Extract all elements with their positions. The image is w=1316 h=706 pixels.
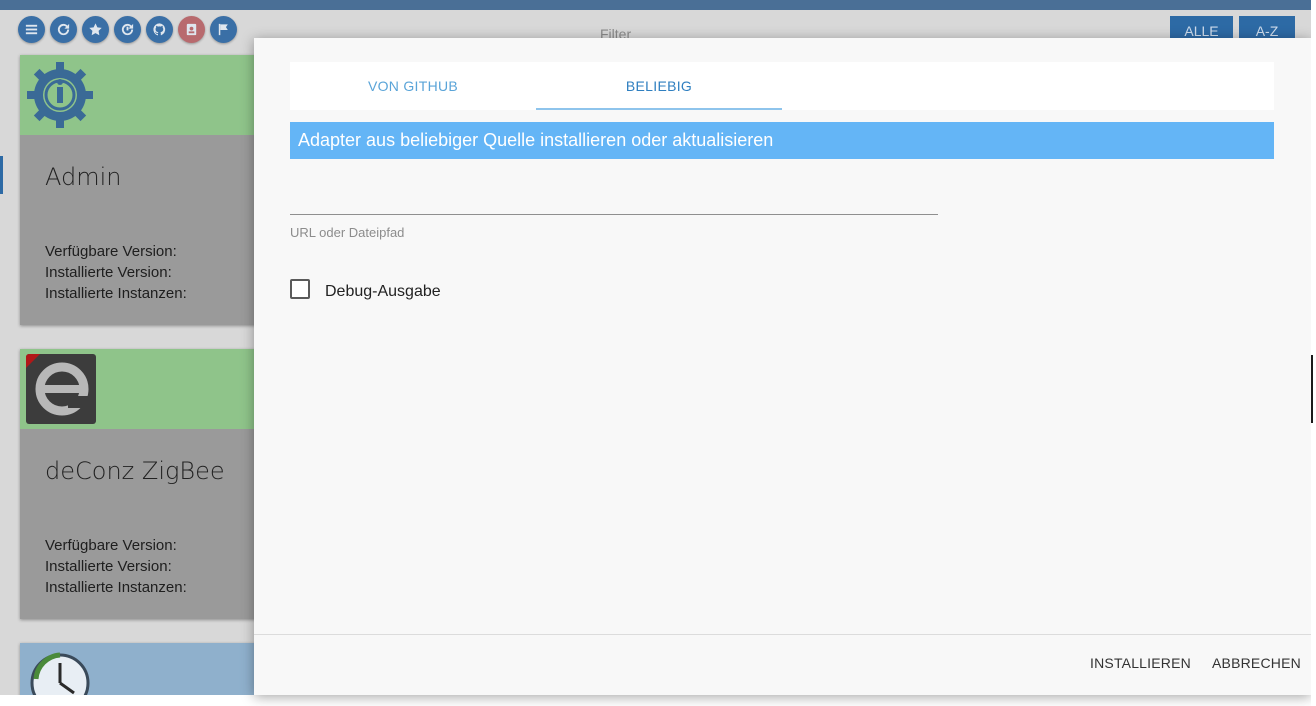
installed-instances-label: Installierte Instanzen: (45, 579, 187, 596)
deconz-logo-icon (26, 354, 96, 424)
card-info: Verfügbare Version: Installierte Version… (45, 241, 187, 304)
star-icon (89, 23, 102, 36)
new-badge (26, 354, 40, 368)
adapter-card-deconz[interactable]: deConz ZigBee Verfügbare Version: Instal… (20, 349, 260, 619)
cancel-button[interactable]: ABBRECHEN (1212, 655, 1301, 671)
card-header (20, 55, 260, 135)
section-title: Adapter aus beliebiger Quelle installier… (290, 122, 1274, 159)
contact-button[interactable] (178, 16, 205, 43)
top-app-bar (0, 0, 1316, 10)
github-button[interactable] (146, 16, 173, 43)
clock-icon (30, 652, 90, 695)
update-button[interactable] (114, 16, 141, 43)
available-version-label: Verfügbare Version: (45, 243, 177, 260)
favorites-button[interactable] (82, 16, 109, 43)
flag-button[interactable] (210, 16, 237, 43)
card-header (20, 643, 260, 695)
debug-output-label: Debug-Ausgabe (325, 283, 441, 300)
card-title: Admin (45, 163, 122, 191)
adapter-card-admin[interactable]: Admin Verfügbare Version: Installierte V… (20, 55, 260, 325)
list-icon (25, 24, 38, 35)
installed-version-label: Installierte Version: (45, 264, 172, 281)
flag-icon (218, 23, 228, 36)
available-version-label: Verfügbare Version: (45, 537, 177, 554)
install-adapter-dialog: VON GITHUB BELIEBIG Adapter aus beliebig… (254, 38, 1311, 695)
installed-version-label: Installierte Version: (45, 558, 172, 575)
card-info: Verfügbare Version: Installierte Version… (45, 535, 187, 598)
dialog-tabs: VON GITHUB BELIEBIG (290, 62, 1274, 110)
list-view-button[interactable] (18, 16, 45, 43)
update-icon (121, 23, 134, 36)
installed-instances-label: Installierte Instanzen: (45, 285, 187, 302)
refresh-icon (57, 23, 70, 36)
card-header (20, 349, 260, 429)
debug-output-checkbox[interactable] (290, 279, 310, 299)
url-input[interactable] (290, 188, 938, 215)
card-title: deConz ZigBee (45, 457, 225, 485)
tab-beliebig[interactable]: BELIEBIG (536, 62, 782, 110)
window-edge (1311, 0, 1316, 706)
sidebar-accent (0, 156, 3, 194)
github-icon (153, 23, 166, 36)
toolbar (18, 16, 237, 43)
adapter-card-backup[interactable] (20, 643, 260, 695)
debug-output-option[interactable]: Debug-Ausgabe (290, 277, 441, 301)
refresh-button[interactable] (50, 16, 77, 43)
contact-icon (186, 23, 197, 36)
active-tab-indicator (536, 108, 782, 110)
install-button[interactable]: INSTALLIEREN (1090, 655, 1191, 671)
edge-line (1311, 355, 1313, 423)
admin-gear-icon (27, 62, 93, 128)
tab-von-github[interactable]: VON GITHUB (290, 62, 536, 110)
url-input-label: URL oder Dateipfad (290, 225, 405, 240)
footer-divider (254, 634, 1311, 635)
